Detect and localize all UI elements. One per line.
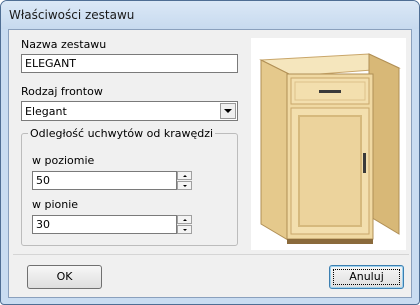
- separator: [13, 254, 409, 255]
- ok-button-label: OK: [56, 270, 73, 283]
- drawer-handle: [319, 90, 341, 93]
- vertical-input[interactable]: 30: [32, 215, 177, 234]
- horizontal-input[interactable]: 50: [32, 171, 177, 190]
- horizontal-label: w poziomie: [32, 154, 95, 167]
- cabinet-base: [287, 239, 373, 244]
- spin-up-icon[interactable]: [177, 215, 192, 224]
- cabinet-illustration: [259, 53, 401, 244]
- set-name-input[interactable]: ELEGANT: [21, 54, 238, 73]
- front-type-label: Rodzaj frontow: [21, 85, 103, 98]
- door-panel: [298, 115, 362, 227]
- window-title: Właściwości zestawu: [9, 8, 135, 22]
- spin-down-icon[interactable]: [177, 181, 192, 190]
- dialog-body: Nazwa zestawu ELEGANT Rodzaj frontow Ele…: [8, 29, 412, 298]
- cancel-button[interactable]: Anuluj: [329, 265, 404, 289]
- focus-rectangle: [333, 269, 400, 285]
- horizontal-spin-buttons: [177, 171, 192, 190]
- dialog-window: Właściwości zestawu Nazwa zestawu ELEGAN…: [0, 0, 420, 305]
- cabinet-preview-image: [251, 38, 406, 250]
- vertical-spinner[interactable]: 30: [32, 215, 192, 234]
- vertical-label: w pionie: [32, 198, 79, 211]
- handle-distance-group-label: Odległość uchwytów od krawędzi: [28, 127, 216, 140]
- handle-distance-group: Odległość uchwytów od krawędzi w poziomi…: [21, 127, 238, 246]
- ok-button[interactable]: OK: [27, 265, 102, 289]
- chevron-down-icon[interactable]: [220, 103, 236, 119]
- door-handle: [363, 153, 366, 173]
- front-type-select[interactable]: Elegant: [21, 101, 238, 121]
- horizontal-spinner[interactable]: 50: [32, 171, 192, 190]
- spin-down-icon[interactable]: [177, 225, 192, 234]
- set-name-label: Nazwa zestawu: [21, 38, 107, 51]
- vertical-spin-buttons: [177, 215, 192, 234]
- front-type-selected-value: Elegant: [25, 105, 67, 118]
- title-bar[interactable]: Właściwości zestawu: [1, 1, 419, 29]
- spin-up-icon[interactable]: [177, 171, 192, 180]
